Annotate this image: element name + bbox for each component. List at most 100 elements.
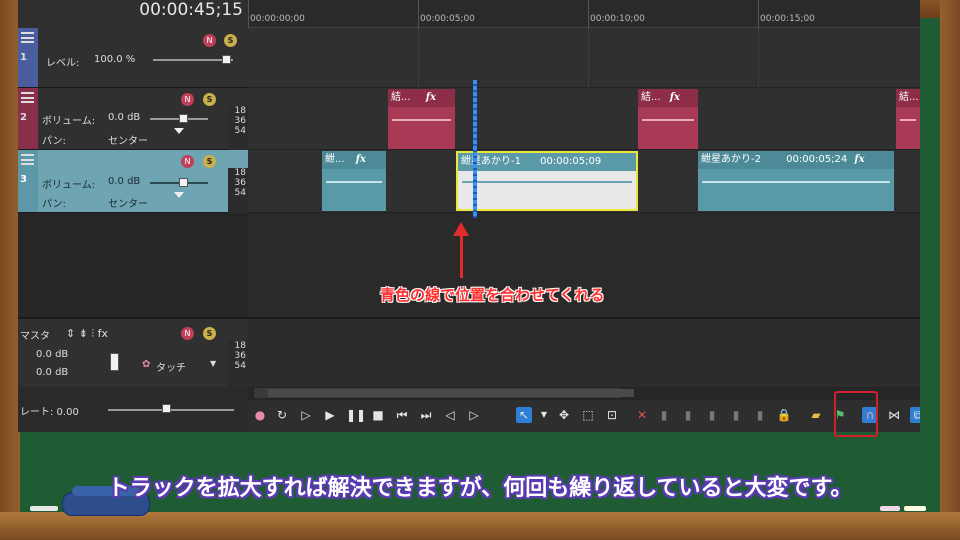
grid-line: [418, 28, 419, 88]
volume-slider-knob[interactable]: [179, 114, 188, 123]
audio-clip-selected[interactable]: 紲星あかり-1 00:00:05;09: [456, 151, 638, 211]
level-scale: 18 36 54: [228, 106, 248, 150]
zoom-tool-icon[interactable]: ⊡: [604, 407, 620, 423]
ruler-line: [588, 0, 589, 28]
go-to-end-icon[interactable]: ⏭: [418, 407, 434, 423]
pan-label: パン:: [42, 199, 66, 210]
ignore-grouping-icon[interactable]: ▮: [752, 407, 768, 423]
insert-fx-icon[interactable]: ⇕ ⇟ ⫶ fx: [66, 327, 108, 341]
pan-value: センター: [108, 199, 148, 210]
mute-icon[interactable]: N: [181, 93, 194, 106]
chevron-down-icon[interactable]: ▼: [210, 359, 216, 368]
track-header-2[interactable]: 2 N S ボリューム: 0.0 dB パン: センター 18 36 54: [18, 88, 248, 150]
track-lane-2[interactable]: 結... fx 結... fx 結...: [248, 88, 920, 150]
stop-icon[interactable]: ■: [370, 407, 386, 423]
record-mic-icon[interactable]: ●: [252, 407, 268, 423]
master-volume-knob[interactable]: [110, 353, 119, 371]
clip-name: 結...: [391, 92, 411, 103]
ruler-tick-label: 00:00:10;00: [590, 14, 645, 24]
selection-tool-icon[interactable]: ⬚: [580, 407, 596, 423]
master-title: マスタ: [20, 331, 50, 342]
clip-duration: 00:00:05;09: [540, 156, 602, 167]
transport-toolbar: ● ↻ ▷ ▶ ❚❚ ■ ⏮ ⏭ ◁ ▷ ↖ ▼ ✥ ⬚ ⊡ ✕ ▮ ▮ ▮ ▮…: [248, 400, 920, 432]
level-slider[interactable]: [153, 59, 233, 61]
track-number: 1: [20, 52, 27, 63]
next-frame-icon[interactable]: ▷: [466, 407, 482, 423]
solo-icon[interactable]: S: [203, 155, 216, 168]
trim-start-icon[interactable]: ▮: [680, 407, 696, 423]
previous-frame-icon[interactable]: ◁: [442, 407, 458, 423]
grid-line: [758, 28, 759, 88]
chevron-down-icon[interactable]: ▼: [536, 407, 552, 423]
timeline-ruler[interactable]: 00:00:00;00 00:00:05;00 00:00:10;00 00:0…: [248, 0, 920, 28]
automation-mode[interactable]: タッチ: [156, 359, 186, 374]
envelope-tool-icon[interactable]: ✥: [556, 407, 572, 423]
scrollbar-thumb[interactable]: [268, 389, 634, 397]
mute-icon[interactable]: N: [203, 34, 216, 47]
audio-clip[interactable]: 紲星あかり-2 00:00:05;24 fx: [698, 151, 894, 211]
track-lane-1[interactable]: [248, 28, 920, 88]
track-number: 2: [20, 112, 27, 123]
pan-label: パン:: [42, 136, 66, 147]
track-header-3[interactable]: 3 N S ボリューム: 0.0 dB パン: センター 18 36 54: [18, 150, 248, 213]
audio-clip[interactable]: 結... fx: [388, 89, 455, 149]
menu-icon[interactable]: [21, 92, 34, 103]
solo-icon[interactable]: S: [224, 34, 237, 47]
trim-end-icon[interactable]: ▮: [704, 407, 720, 423]
volume-slider-knob[interactable]: [179, 178, 188, 187]
fx-icon[interactable]: fx: [854, 154, 864, 165]
snap-guide-line: [473, 80, 477, 218]
pan-slider-marker[interactable]: [174, 192, 184, 198]
rate-slider-knob[interactable]: [162, 404, 171, 413]
arrow-shaft: [460, 234, 463, 278]
scale-label: 36: [234, 351, 246, 361]
mute-icon[interactable]: N: [181, 155, 194, 168]
lock-icon[interactable]: 🔒: [776, 407, 792, 423]
track-lane-3[interactable]: 紲... fx 紲星あかり-1 00:00:05;09 紲星あかり-2 00:0…: [248, 150, 920, 213]
go-to-start-icon[interactable]: ⏮: [394, 407, 410, 423]
solo-icon[interactable]: S: [203, 93, 216, 106]
delete-icon[interactable]: ✕: [634, 407, 650, 423]
video-editor-window: 00:00:45;15 00:00:00;00 00:00:05;00 00:0…: [18, 0, 920, 432]
trim-icon[interactable]: ▮: [656, 407, 672, 423]
normal-edit-tool-icon[interactable]: ↖: [516, 407, 532, 423]
automation-icon[interactable]: ✿: [142, 359, 150, 370]
menu-icon[interactable]: [21, 32, 34, 43]
clip-name: 結...: [899, 92, 919, 103]
menu-icon[interactable]: [21, 154, 34, 165]
scale-label: 18: [234, 106, 246, 116]
marker-icon[interactable]: ▰: [808, 407, 824, 423]
level-slider-knob[interactable]: [222, 55, 231, 64]
ruler-line: [248, 0, 249, 28]
split-icon[interactable]: ▮: [728, 407, 744, 423]
rate-slider[interactable]: [108, 409, 234, 411]
fx-icon[interactable]: fx: [356, 154, 366, 165]
solo-icon[interactable]: S: [203, 327, 216, 340]
play-icon[interactable]: ▶: [322, 407, 338, 423]
clip-header: 結... fx: [638, 89, 698, 107]
master-volume-left: 0.0 dB: [36, 349, 69, 360]
pan-slider-marker[interactable]: [174, 128, 184, 134]
track-header-1[interactable]: 1 N S レベル: 100.0 %: [18, 28, 248, 88]
mute-icon[interactable]: N: [181, 327, 194, 340]
audio-clip[interactable]: 紲... fx: [322, 151, 386, 211]
audio-clip[interactable]: 結...: [896, 89, 920, 149]
audio-clip[interactable]: 結... fx: [638, 89, 698, 149]
clip-header: 結... fx: [388, 89, 455, 107]
clip-header: 紲星あかり-2 00:00:05;24 fx: [698, 151, 894, 169]
chalk-piece: [30, 506, 58, 511]
loop-icon[interactable]: ↻: [274, 407, 290, 423]
fx-icon[interactable]: fx: [426, 92, 436, 103]
chalkboard-frame-right: [940, 0, 960, 540]
auto-ripple-icon[interactable]: ⧉: [910, 407, 920, 423]
play-from-start-icon[interactable]: ▷: [298, 407, 314, 423]
master-bus-header: マスタ ⇕ ⇟ ⫶ fx N S 0.0 dB 0.0 dB ✿ タッチ ▼ 1…: [18, 317, 248, 387]
master-bus-lane[interactable]: [248, 317, 920, 387]
pause-icon[interactable]: ❚❚: [346, 407, 366, 423]
fx-icon[interactable]: fx: [670, 92, 680, 103]
level-value: 100.0 %: [94, 54, 136, 65]
auto-crossfade-icon[interactable]: ⋈: [886, 407, 902, 423]
waveform: [702, 181, 890, 183]
scale-label: 54: [234, 126, 246, 136]
annotation-text: 青色の線で位置を合わせてくれる: [380, 286, 605, 304]
